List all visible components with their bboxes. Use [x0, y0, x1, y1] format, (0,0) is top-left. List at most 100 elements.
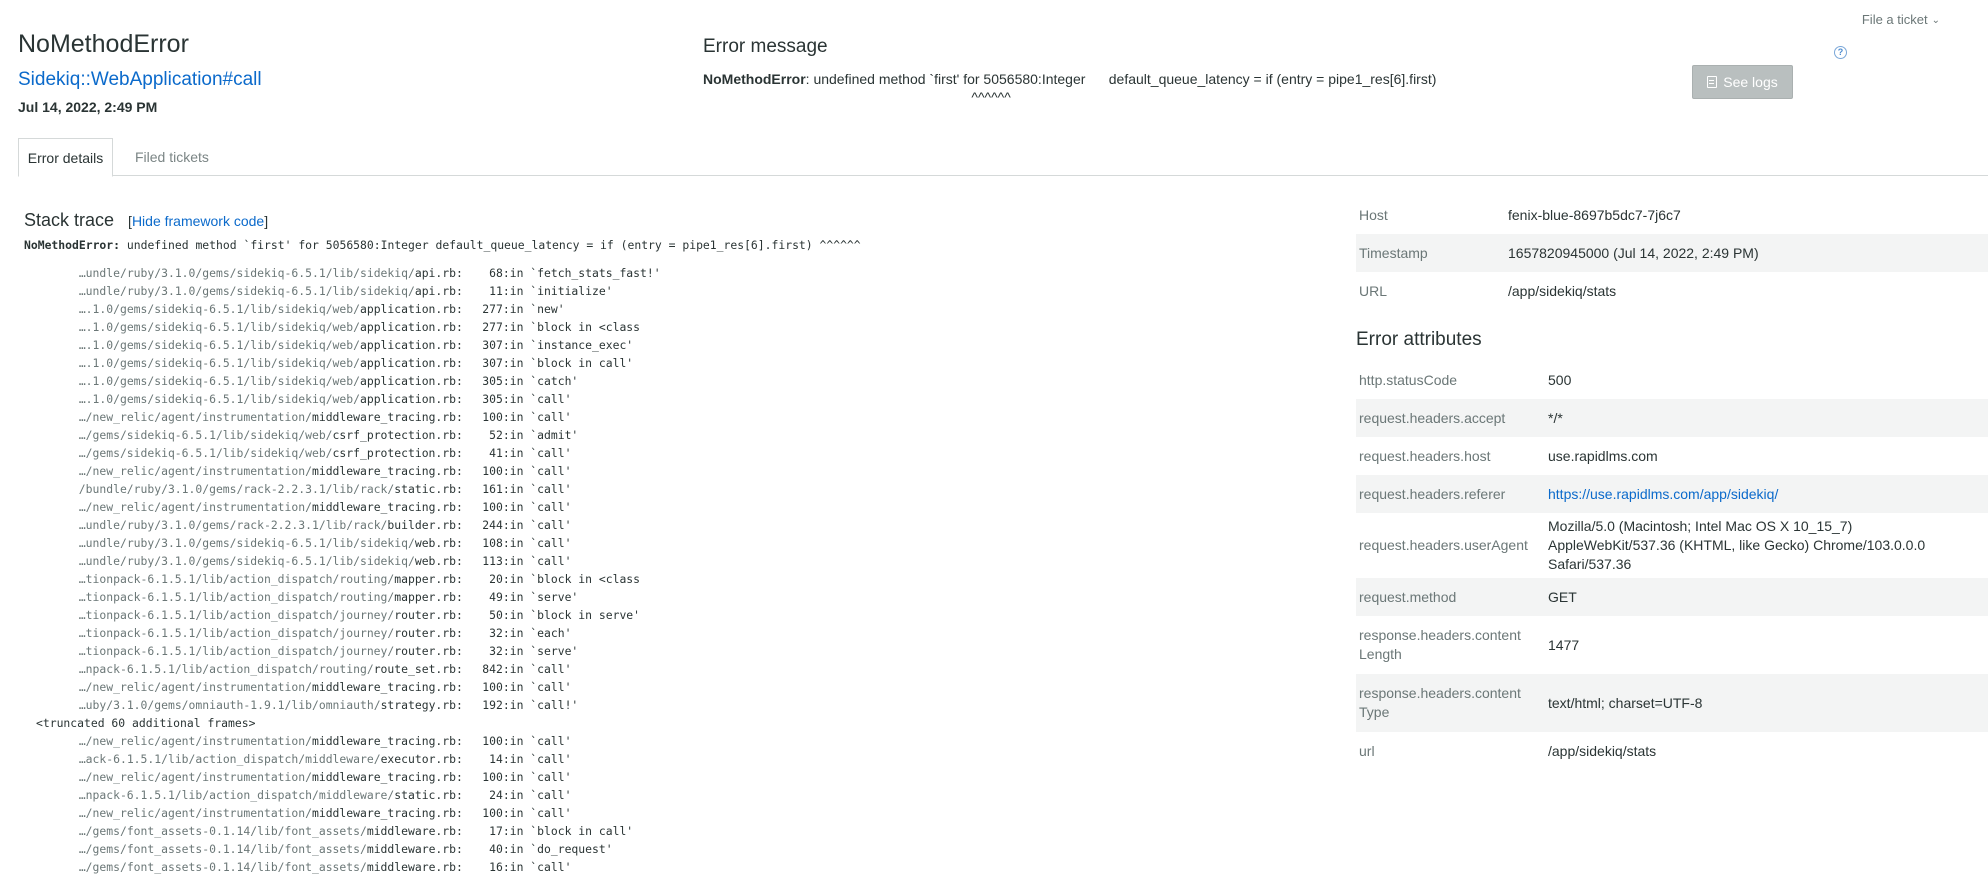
see-logs-button[interactable]: See logs [1692, 65, 1793, 99]
attribute-value: */* [1548, 409, 1563, 426]
frame-method: :in `fetch_stats_fast!' [502, 266, 661, 280]
frame-path: …npack-6.1.5.1/lib/action_dispatch/middl… [36, 786, 456, 804]
stack-frame[interactable]: …/new_relic/agent/instrumentation/middle… [36, 768, 1324, 786]
chevron-down-icon: ⌄ [1931, 15, 1940, 26]
hide-framework-link[interactable]: Hide framework code [132, 213, 264, 229]
attribute-value: 1477 [1548, 636, 1580, 653]
frame-line: 307 [482, 338, 503, 352]
transaction-link[interactable]: Sidekiq::WebApplication#call [18, 69, 262, 91]
stack-frame[interactable]: …/new_relic/agent/instrumentation/middle… [36, 732, 1324, 750]
frame-path: …/gems/font_assets-0.1.14/lib/font_asset… [36, 822, 456, 840]
stack-frames: …undle/ruby/3.1.0/gems/sidekiq-6.5.1/lib… [36, 264, 1324, 876]
tab-error-details[interactable]: Error details [18, 138, 113, 177]
stack-frame[interactable]: …tionpack-6.1.5.1/lib/action_dispatch/ro… [36, 570, 1324, 588]
frame-line: 305 [482, 374, 503, 388]
help-icon[interactable]: ? [1834, 46, 1847, 59]
stack-frame[interactable]: …undle/ruby/3.1.0/gems/sidekiq-6.5.1/lib… [36, 534, 1324, 552]
frame-path: …tionpack-6.1.5.1/lib/action_dispatch/ro… [36, 588, 456, 606]
stack-frame[interactable]: …tionpack-6.1.5.1/lib/action_dispatch/jo… [36, 642, 1324, 660]
frame-path: …/gems/font_assets-0.1.14/lib/font_asset… [36, 858, 456, 876]
frame-method: :in `call' [502, 788, 572, 802]
frame-line: 842 [482, 662, 503, 676]
frame-dir: …tionpack-6.1.5.1/lib/action_dispatch/ro… [78, 572, 395, 586]
info-row: URL/app/sidekiq/stats [1356, 272, 1988, 310]
info-key: Timestamp [1359, 245, 1428, 261]
frame-path: …/gems/font_assets-0.1.14/lib/font_asset… [36, 840, 456, 858]
stack-frame[interactable]: …/gems/font_assets-0.1.14/lib/font_asset… [36, 840, 1324, 858]
frame-line: 11 [489, 284, 503, 298]
stack-frame[interactable]: …uby/3.1.0/gems/omniauth-1.9.1/lib/omnia… [36, 696, 1324, 714]
stack-frame[interactable]: /bundle/ruby/3.1.0/gems/rack-2.2.3.1/lib… [36, 480, 1324, 498]
attribute-value: /app/sidekiq/stats [1548, 742, 1657, 759]
frame-path: …/new_relic/agent/instrumentation/middle… [36, 408, 456, 426]
frame-colon: : [456, 446, 463, 460]
error-date: Jul 14, 2022, 2:49 PM [18, 99, 158, 115]
frame-method: :in `do_request' [502, 842, 613, 856]
referer-link[interactable]: https://use.rapidlms.com/app/sidekiq/ [1548, 486, 1778, 502]
stack-frame[interactable]: …/gems/font_assets-0.1.14/lib/font_asset… [36, 858, 1324, 876]
frame-colon: : [456, 662, 463, 676]
stack-frame[interactable]: …undle/ruby/3.1.0/gems/rack-2.2.3.1/lib/… [36, 516, 1324, 534]
stack-frame[interactable]: ….1.0/gems/sidekiq-6.5.1/lib/sidekiq/web… [36, 318, 1324, 336]
frame-colon: : [456, 644, 463, 658]
stack-frame[interactable]: …/new_relic/agent/instrumentation/middle… [36, 408, 1324, 426]
stack-frame[interactable]: …tionpack-6.1.5.1/lib/action_dispatch/jo… [36, 624, 1324, 642]
stack-trace-panel: Stack trace [Hide framework code] NoMeth… [24, 210, 1324, 876]
stack-frame[interactable]: ….1.0/gems/sidekiq-6.5.1/lib/sidekiq/web… [36, 300, 1324, 318]
attribute-key: response.headers.content Length [1359, 627, 1521, 662]
stack-frame[interactable]: …tionpack-6.1.5.1/lib/action_dispatch/jo… [36, 606, 1324, 624]
frame-colon: : [456, 734, 463, 748]
stack-frame[interactable]: …/new_relic/agent/instrumentation/middle… [36, 678, 1324, 696]
stack-frame[interactable]: …/new_relic/agent/instrumentation/middle… [36, 804, 1324, 822]
file-ticket-dropdown[interactable]: File a ticket ⌄ [1862, 12, 1940, 27]
frame-path: …undle/ruby/3.1.0/gems/sidekiq-6.5.1/lib… [36, 282, 456, 300]
stack-frame[interactable]: ….1.0/gems/sidekiq-6.5.1/lib/sidekiq/web… [36, 336, 1324, 354]
attribute-row: request.headers.userAgent Mozilla/5.0 (Ma… [1356, 513, 1988, 578]
truncated-frames[interactable]: <truncated 60 additional frames> [36, 714, 1324, 732]
frame-file: middleware_tracing.rb [311, 734, 456, 748]
frame-method: :in `call' [502, 446, 572, 460]
frame-method: :in `call' [502, 806, 572, 820]
stack-frame[interactable]: ….1.0/gems/sidekiq-6.5.1/lib/sidekiq/web… [36, 390, 1324, 408]
stack-frame[interactable]: …/gems/sidekiq-6.5.1/lib/sidekiq/web/csr… [36, 444, 1324, 462]
frame-method: :in `serve' [502, 590, 579, 604]
stack-frame[interactable]: …tionpack-6.1.5.1/lib/action_dispatch/ro… [36, 588, 1324, 606]
stack-frame[interactable]: …/gems/font_assets-0.1.14/lib/font_asset… [36, 822, 1324, 840]
stack-frame[interactable]: ….1.0/gems/sidekiq-6.5.1/lib/sidekiq/web… [36, 372, 1324, 390]
stack-frame[interactable]: …undle/ruby/3.1.0/gems/sidekiq-6.5.1/lib… [36, 264, 1324, 282]
frame-dir: …undle/ruby/3.1.0/gems/sidekiq-6.5.1/lib… [78, 266, 415, 280]
frame-method: :in `instance_exec' [502, 338, 634, 352]
attribute-key: request.headers.userAgent [1359, 537, 1528, 553]
frame-colon: : [456, 356, 463, 370]
frame-path: …tionpack-6.1.5.1/lib/action_dispatch/jo… [36, 642, 456, 660]
frame-file: api.rb [414, 266, 456, 280]
stack-frame[interactable]: …/new_relic/agent/instrumentation/middle… [36, 462, 1324, 480]
attribute-key: request.headers.referer [1359, 485, 1506, 502]
stack-frame[interactable]: …undle/ruby/3.1.0/gems/sidekiq-6.5.1/lib… [36, 552, 1324, 570]
frame-dir: ….1.0/gems/sidekiq-6.5.1/lib/sidekiq/web… [78, 356, 360, 370]
frame-path: …undle/ruby/3.1.0/gems/sidekiq-6.5.1/lib… [36, 534, 456, 552]
stack-frame[interactable]: ….1.0/gems/sidekiq-6.5.1/lib/sidekiq/web… [36, 354, 1324, 372]
stack-frame[interactable]: …ack-6.1.5.1/lib/action_dispatch/middlew… [36, 750, 1324, 768]
frame-method: :in `block in call' [502, 824, 634, 838]
frame-file: static.rb [394, 482, 456, 496]
frame-file: mapper.rb [394, 590, 456, 604]
attribute-value: GET [1548, 588, 1577, 605]
stack-frame[interactable]: …npack-6.1.5.1/lib/action_dispatch/middl… [36, 786, 1324, 804]
details-sidebar: Host fenix-blue-8697b5dc7-7j6c7 Timestamp 1… [1356, 196, 1988, 770]
frame-path: ….1.0/gems/sidekiq-6.5.1/lib/sidekiq/web… [36, 336, 456, 354]
stack-frame[interactable]: …undle/ruby/3.1.0/gems/sidekiq-6.5.1/lib… [36, 282, 1324, 300]
frame-path: ….1.0/gems/sidekiq-6.5.1/lib/sidekiq/web… [36, 390, 456, 408]
stack-frame[interactable]: …npack-6.1.5.1/lib/action_dispatch/routi… [36, 660, 1324, 678]
file-ticket-label: File a ticket [1861, 12, 1928, 27]
frame-colon: : [456, 284, 463, 298]
tab-filed-tickets[interactable]: Filed tickets [127, 138, 217, 176]
frame-line: 108 [482, 536, 503, 550]
frame-colon: : [456, 824, 463, 838]
frame-dir: ….1.0/gems/sidekiq-6.5.1/lib/sidekiq/web… [78, 374, 360, 388]
frame-file: router.rb [394, 644, 456, 658]
frame-dir: …tionpack-6.1.5.1/lib/action_dispatch/jo… [78, 626, 395, 640]
see-logs-label: See logs [1723, 74, 1778, 90]
stack-frame[interactable]: …/gems/sidekiq-6.5.1/lib/sidekiq/web/csr… [36, 426, 1324, 444]
stack-frame[interactable]: …/new_relic/agent/instrumentation/middle… [36, 498, 1324, 516]
